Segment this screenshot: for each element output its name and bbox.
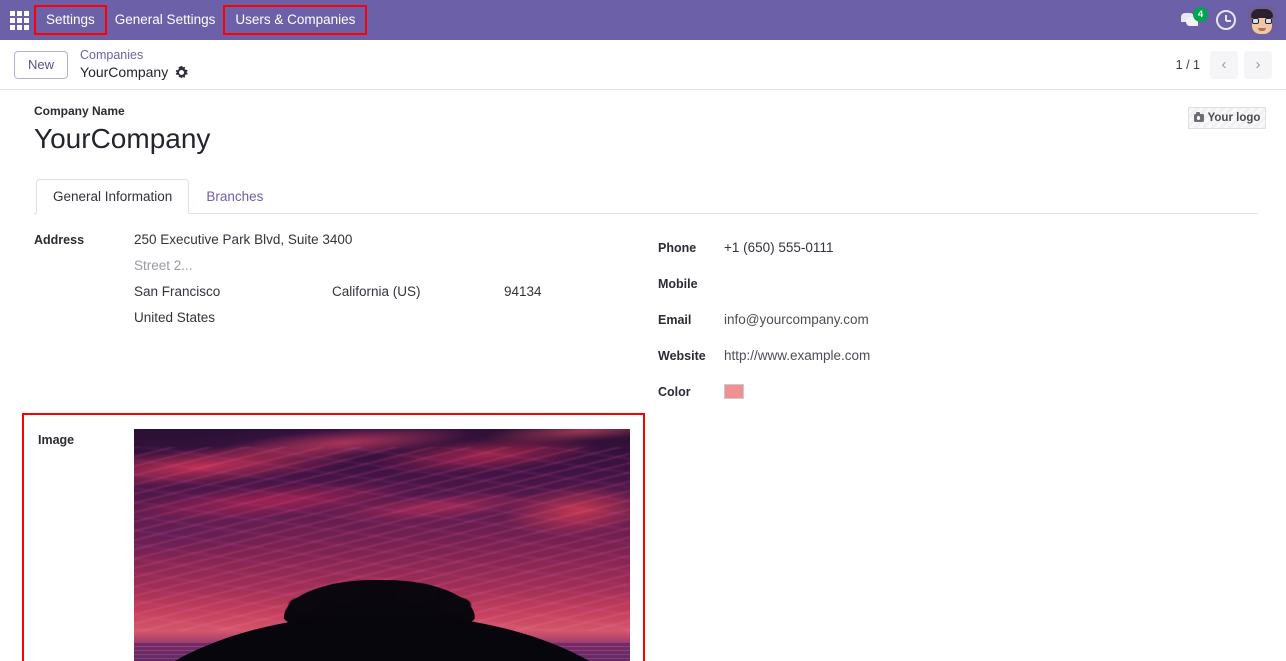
phone-value[interactable]: +1 (650) 555-0111 bbox=[724, 240, 833, 255]
form-notebook-tabs: General Information Branches bbox=[34, 179, 1258, 214]
navbar-systray: 4 bbox=[1180, 6, 1280, 34]
address-street[interactable]: 250 Executive Park Blvd, Suite 3400 bbox=[134, 232, 352, 247]
pager-next-button[interactable]: › bbox=[1244, 50, 1272, 79]
messages-counter-badge: 4 bbox=[1193, 7, 1208, 22]
breadcrumb-item-current: YourCompany bbox=[80, 63, 169, 80]
address-state[interactable]: California (US) bbox=[332, 284, 504, 299]
breadcrumb: Companies YourCompany bbox=[80, 48, 188, 81]
address-city[interactable]: San Francisco bbox=[134, 284, 332, 299]
image-label: Image bbox=[38, 433, 75, 447]
email-value[interactable]: info@yourcompany.com bbox=[724, 312, 869, 327]
tab-branches[interactable]: Branches bbox=[189, 179, 280, 214]
navbar-menu-users-companies[interactable]: Users & Companies bbox=[223, 5, 368, 35]
gear-icon[interactable] bbox=[175, 66, 188, 79]
navbar-brand-settings[interactable]: Settings bbox=[34, 5, 107, 35]
messages-icon[interactable]: 4 bbox=[1180, 7, 1208, 31]
address-country-row: United States bbox=[134, 310, 542, 325]
company-image-preview[interactable] bbox=[134, 429, 630, 661]
record-pager: 1 / 1 ‹ › bbox=[1175, 50, 1272, 79]
address-street2-row: Street 2... bbox=[134, 258, 542, 273]
top-navbar: Settings General Settings Users & Compan… bbox=[0, 0, 1286, 40]
company-logo-upload[interactable]: Your logo bbox=[1188, 107, 1266, 129]
phone-label: Phone bbox=[658, 240, 697, 255]
pager-previous-button[interactable]: ‹ bbox=[1210, 50, 1238, 79]
image-field-annotation: Image bbox=[22, 413, 645, 661]
clock-icon[interactable] bbox=[1216, 10, 1236, 30]
address-zip[interactable]: 94134 bbox=[504, 284, 542, 299]
logo-placeholder-label: Your logo bbox=[1207, 112, 1261, 124]
color-label: Color bbox=[658, 384, 691, 399]
pager-count: 1 / 1 bbox=[1175, 57, 1200, 72]
color-row: Color bbox=[658, 376, 1258, 407]
color-swatch[interactable] bbox=[724, 384, 744, 399]
address-label: Address bbox=[34, 233, 85, 247]
address-country[interactable]: United States bbox=[134, 310, 215, 325]
apps-grid-icon[interactable] bbox=[8, 9, 30, 31]
mobile-row: Mobile bbox=[658, 268, 1258, 299]
company-name-label: Company Name bbox=[34, 104, 125, 118]
address-street2-placeholder[interactable]: Street 2... bbox=[134, 258, 193, 273]
address-values: 250 Executive Park Blvd, Suite 3400 Stre… bbox=[134, 232, 542, 336]
camera-icon bbox=[1193, 111, 1204, 122]
contact-column: Phone +1 (650) 555-0111 Mobile Email inf… bbox=[654, 232, 1258, 412]
address-field-group: Address 250 Executive Park Blvd, Suite 3… bbox=[34, 232, 654, 336]
mobile-label: Mobile bbox=[658, 276, 698, 291]
website-row: Website http://www.example.com bbox=[658, 340, 1258, 371]
website-label: Website bbox=[658, 348, 706, 363]
email-label: Email bbox=[658, 312, 692, 327]
address-column: Address 250 Executive Park Blvd, Suite 3… bbox=[34, 232, 654, 412]
general-information-panel: Address 250 Executive Park Blvd, Suite 3… bbox=[34, 214, 1258, 412]
breadcrumb-item-companies[interactable]: Companies bbox=[80, 48, 188, 64]
control-panel: New Companies YourCompany 1 / 1 ‹ › bbox=[0, 40, 1286, 90]
company-name-value[interactable]: YourCompany bbox=[34, 119, 1258, 159]
phone-row: Phone +1 (650) 555-0111 bbox=[658, 232, 1258, 263]
address-city-row: San Francisco California (US) 94134 bbox=[134, 284, 542, 299]
new-button[interactable]: New bbox=[14, 50, 69, 79]
email-row: Email info@yourcompany.com bbox=[658, 304, 1258, 335]
form-sheet: Your logo Company Name YourCompany Gener… bbox=[0, 90, 1286, 661]
user-avatar[interactable] bbox=[1248, 6, 1276, 34]
navbar-menu-general-settings[interactable]: General Settings bbox=[105, 7, 226, 33]
website-value[interactable]: http://www.example.com bbox=[724, 348, 870, 363]
address-street-row: 250 Executive Park Blvd, Suite 3400 bbox=[134, 232, 542, 247]
tab-general-information[interactable]: General Information bbox=[36, 179, 190, 214]
